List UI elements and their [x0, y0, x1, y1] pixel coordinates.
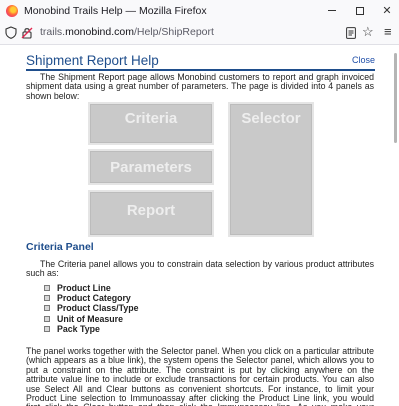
list-item-label: Product Category — [57, 293, 131, 304]
parameters-panel-label: Parameters — [110, 159, 192, 176]
list-item-label: Pack Type — [57, 323, 100, 334]
bullet-icon — [44, 285, 50, 291]
bookmark-star-icon[interactable]: ☆ — [362, 25, 374, 39]
close-icon: ✕ — [382, 5, 392, 17]
bullet-icon — [44, 305, 50, 312]
window-title-bar: Monobind Trails Help — Mozilla Firefox ✕ — [0, 0, 399, 21]
tracking-protection-shield-icon[interactable] — [5, 26, 17, 39]
bullet-icon — [44, 315, 50, 322]
list-item-label: Product Class/Type — [57, 303, 139, 314]
list-item-label: Product Line — [57, 283, 111, 293]
minimize-icon — [328, 10, 336, 11]
minimize-button[interactable] — [319, 0, 345, 21]
parameters-panel-diagram: Parameters — [88, 149, 214, 185]
list-item: Product Category — [44, 293, 138, 303]
help-page: Shipment Report Help Close The Shipment … — [0, 45, 399, 406]
window-title: Monobind Trails Help — Mozilla Firefox — [24, 4, 207, 17]
header-divider — [26, 69, 375, 71]
url-host-domain: monobind.com — [65, 26, 134, 38]
criteria-panel-label: Criteria — [124, 110, 178, 127]
list-item: Unit of Measure — [44, 314, 138, 324]
insecure-lock-icon[interactable] — [21, 26, 33, 39]
report-panel-diagram: Report — [88, 190, 214, 237]
maximize-button[interactable] — [347, 0, 373, 21]
criteria-panel-heading: Criteria Panel — [26, 241, 94, 253]
list-item-label: Unit of Measure — [57, 313, 123, 324]
reader-view-icon[interactable] — [346, 27, 356, 39]
bullet-icon — [44, 295, 50, 302]
page-title: Shipment Report Help — [26, 52, 159, 68]
url-host-prefix: trails. — [40, 26, 66, 38]
firefox-logo-icon — [6, 4, 18, 17]
list-item: Pack Type — [44, 324, 138, 334]
selector-panel-label: Selector — [241, 110, 301, 127]
criteria-intro-paragraph: The Criteria panel allows you to constra… — [26, 259, 374, 279]
list-item: Product Class/Type — [44, 303, 138, 313]
list-item: Product Line — [44, 283, 138, 293]
attribute-list: Product Line Product Category Product Cl… — [44, 283, 138, 334]
selector-panel-diagram: Selector — [228, 102, 314, 237]
bullet-icon — [44, 325, 50, 332]
help-header: Shipment Report Help Close — [26, 51, 375, 69]
close-window-button[interactable]: ✕ — [374, 0, 399, 21]
url-path: /Help/ShipReport — [133, 26, 214, 38]
criteria-panel-diagram: Criteria — [88, 102, 214, 145]
scrollbar-thumb[interactable] — [394, 53, 397, 143]
close-link[interactable]: Close — [352, 55, 375, 65]
hamburger-menu-icon[interactable]: ≡ — [384, 25, 392, 39]
criteria-body-paragraph: The panel works together with the Select… — [26, 346, 374, 406]
url-bar[interactable]: trails.monobind.com/Help/ShipReport ☆ ≡ — [0, 21, 399, 45]
report-panel-label: Report — [126, 202, 176, 219]
intro-paragraph: The Shipment Report page allows Monobind… — [26, 72, 374, 101]
maximize-icon — [356, 6, 364, 15]
url-text[interactable]: trails.monobind.com/Help/ShipReport — [40, 26, 214, 38]
